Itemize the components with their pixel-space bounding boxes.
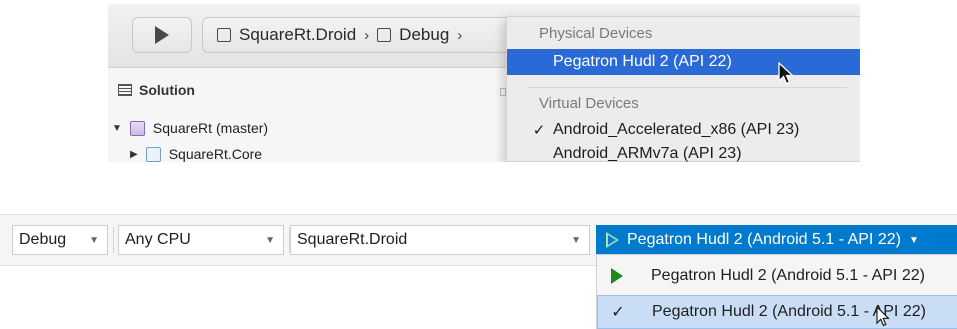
tree-item-solution[interactable]: ▼ SquareRt (master) [112, 120, 268, 136]
startup-project-label[interactable]: SquareRt.Droid [239, 25, 356, 45]
menu-item-label: Pegatron Hudl 2 (API 22) [553, 53, 732, 70]
expand-arrow-icon[interactable]: ▼ [112, 123, 122, 134]
play-icon [155, 26, 169, 44]
start-debugging-button[interactable]: Pegatron Hudl 2 (Android 5.1 - API 22) ▼ [596, 225, 957, 255]
solution-pad-header: Solution [118, 82, 195, 98]
combo-value: Debug [19, 231, 67, 248]
run-button[interactable] [132, 17, 192, 53]
menu-item-pegatron-hudl-run[interactable]: Pegatron Hudl 2 (Android 5.1 - API 22) [597, 259, 957, 293]
dropdown-arrow-icon[interactable]: ▼ [89, 235, 99, 246]
menu-item-label: Android_Accelerated_x86 (API 23) [553, 121, 800, 138]
device-dropdown-menu: Pegatron Hudl 2 (Android 5.1 - API 22) ✓… [596, 254, 957, 329]
menu-item-android-accelerated-x86[interactable]: ✓ Android_Accelerated_x86 (API 23) [507, 117, 860, 143]
menu-item-pegatron-hudl-selected[interactable]: ✓ Pegatron Hudl 2 (Android 5.1 - API 22) [597, 295, 957, 329]
startup-project-combo[interactable]: SquareRt.Droid ▼ [290, 225, 590, 255]
menu-item-label: Pegatron Hudl 2 (Android 5.1 - API 22) [651, 267, 925, 284]
menu-section-virtual-devices: Virtual Devices [539, 95, 639, 112]
solution-project-icon [129, 120, 145, 136]
project-icon [217, 28, 231, 42]
green-play-icon [611, 268, 623, 284]
menu-divider [527, 87, 847, 88]
configuration-label[interactable]: Debug [399, 25, 449, 45]
dropdown-arrow-icon[interactable]: ▼ [909, 235, 919, 246]
chevron-right-icon: › [364, 26, 370, 44]
project-icon [145, 146, 161, 162]
collapse-arrow-icon[interactable]: ▶ [130, 149, 138, 160]
mouse-pointer-icon [876, 306, 890, 327]
checkmark-icon: ✓ [611, 304, 625, 321]
windows-ide-window: Debug ▼ Any CPU ▼ SquareRt.Droid ▼ Pegat… [0, 214, 957, 329]
play-outline-icon [606, 232, 619, 248]
tree-item-core-project[interactable]: ▶ SquareRt.Core [130, 146, 262, 162]
solution-platform-combo[interactable]: Any CPU ▼ [118, 225, 284, 255]
solution-pad: Solution ▼ SquareRt (master) ▶ SquareRt.… [108, 68, 508, 162]
combo-value: Any CPU [125, 231, 191, 248]
solution-icon [118, 84, 132, 96]
checkmark-icon: ✓ [532, 122, 546, 139]
solution-configuration-combo[interactable]: Debug ▼ [12, 225, 108, 255]
tree-item-label: SquareRt.Core [168, 146, 263, 162]
toolbar-separator [113, 227, 114, 253]
mouse-pointer-icon [778, 62, 794, 85]
menu-item-label: Android_ARMv7a (API 23) [553, 145, 742, 162]
mac-ide-window: SquareRt.Droid › Debug › Solution ▼ Squa… [108, 4, 860, 162]
chevron-right-icon: › [457, 26, 463, 44]
configuration-selector[interactable]: SquareRt.Droid › Debug › [202, 17, 522, 53]
device-dropdown-menu: Physical Devices Pegatron Hudl 2 (API 22… [506, 16, 860, 162]
menu-section-physical-devices: Physical Devices [539, 25, 653, 42]
solution-pad-title: Solution [139, 82, 195, 98]
dropdown-arrow-icon[interactable]: ▼ [571, 235, 581, 246]
dropdown-arrow-icon[interactable]: ▼ [265, 235, 275, 246]
menu-item-android-armv7a[interactable]: Android_ARMv7a (API 23) [507, 141, 860, 162]
tree-item-label: SquareRt (master) [152, 120, 269, 136]
configuration-icon [377, 28, 392, 42]
combo-value: SquareRt.Droid [297, 231, 408, 248]
run-target-label: Pegatron Hudl 2 (Android 5.1 - API 22) [627, 231, 901, 248]
menu-item-pegatron-hudl[interactable]: Pegatron Hudl 2 (API 22) [507, 49, 860, 75]
